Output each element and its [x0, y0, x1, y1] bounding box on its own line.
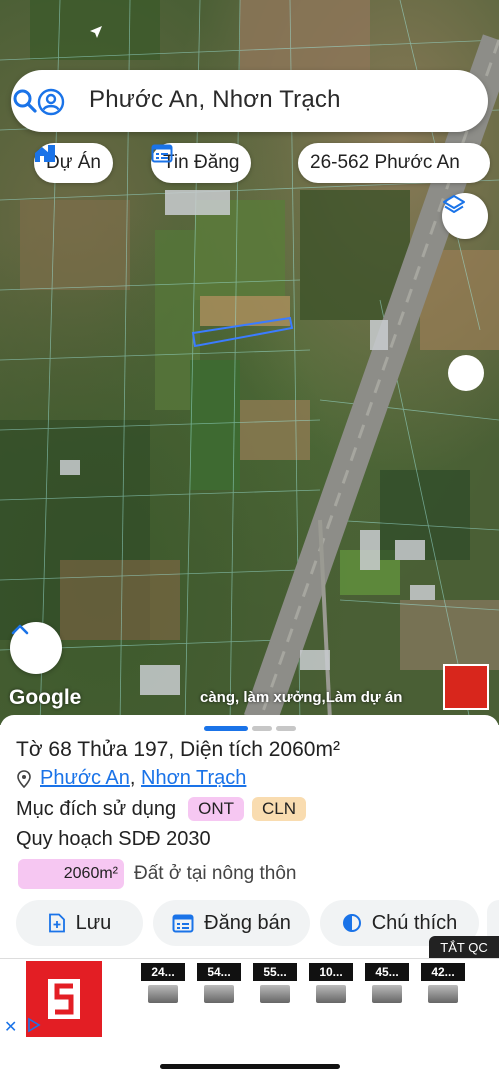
ad-price: 55... [253, 963, 297, 981]
floating-circle-button[interactable] [448, 355, 484, 391]
land-use-purpose: Mục đích sử dụng ONT CLN [16, 797, 307, 821]
product-image [372, 985, 402, 1003]
post-for-sale-label: Đăng bán [204, 911, 291, 934]
product-image [260, 985, 290, 1003]
pager-dot [276, 726, 296, 731]
google-attribution: Google [9, 686, 82, 709]
ad-product[interactable]: 45... [364, 963, 410, 1003]
sheet-pager [204, 726, 296, 731]
ad-banner[interactable]: ✕ 24... 54... 55... 10... 45... 42... [0, 958, 499, 1038]
ad-choices-icon[interactable] [26, 1017, 42, 1033]
ad-products: 24... 54... 55... 10... 45... 42... [140, 963, 466, 1003]
post-for-sale-button[interactable]: Đăng bán [153, 900, 310, 946]
navigation-arrow-icon [90, 26, 102, 38]
ad-product[interactable]: 54... [196, 963, 242, 1003]
user-account-icon[interactable] [37, 88, 65, 116]
layers-icon [443, 195, 465, 213]
save-button[interactable]: Lưu [16, 900, 143, 946]
home-building-icon [35, 145, 55, 162]
add-file-icon [48, 913, 65, 933]
ad-close-icon[interactable]: ✕ [4, 1017, 17, 1037]
parcel-title: Tờ 68 Thửa 197, Diện tích 2060m² [16, 738, 340, 761]
purpose-label: Mục đích sử dụng [16, 797, 177, 820]
legend-label: Chú thích [371, 911, 458, 934]
calendar-list-icon [172, 914, 194, 933]
location-separator: , [129, 767, 142, 789]
product-image [148, 985, 178, 1003]
chip-label: Tin Đăng [163, 152, 240, 173]
ad-product[interactable]: 24... [140, 963, 186, 1003]
billboard-image [443, 664, 489, 710]
parcel-info-sheet[interactable]: Tờ 68 Thửa 197, Diện tích 2060m² Phước A… [0, 715, 499, 960]
area-value: 2060m² [18, 859, 124, 889]
district-link[interactable]: Nhơn Trạch [141, 767, 246, 790]
ad-product[interactable]: 10... [308, 963, 354, 1003]
pager-dot-active [204, 726, 248, 731]
save-label: Lưu [75, 911, 112, 934]
home-indicator[interactable] [160, 1064, 340, 1069]
chevron-up-icon [11, 624, 29, 635]
ad-price: 54... [197, 963, 241, 981]
map-overlay-text: càng, làm xưởng,Làm dự án [200, 689, 403, 706]
pager-dot [252, 726, 272, 731]
calendar-list-icon [151, 144, 173, 163]
ad-price: 42... [421, 963, 465, 981]
area-breakdown: 2060m² Đất ở tại nông thôn [18, 859, 296, 889]
chip-tin-dang[interactable]: Tin Đăng [151, 143, 252, 183]
land-use-tag-ont: ONT [188, 797, 245, 821]
chip-du-an[interactable]: Dự Án [34, 143, 113, 183]
parcel-location: Phước An , Nhơn Trạch [16, 767, 246, 790]
land-use-tag-cln: CLN [252, 797, 307, 821]
map-layers-button[interactable] [442, 193, 488, 239]
ad-product[interactable]: 55... [252, 963, 298, 1003]
expand-up-button[interactable] [10, 622, 62, 674]
planning-label: Quy hoạch SDĐ 2030 [16, 828, 211, 850]
location-pin-icon [17, 769, 31, 788]
area-description: Đất ở tại nông thôn [134, 863, 297, 884]
chip-parcel-id[interactable]: 26-562 Phước An [298, 143, 490, 183]
chip-label: 26-562 Phước An [310, 152, 460, 173]
ward-link[interactable]: Phước An [40, 767, 130, 790]
close-ad-button[interactable]: TẮT QC [429, 936, 499, 958]
product-image [316, 985, 346, 1003]
ad-price: 24... [141, 963, 185, 981]
ad-product[interactable]: 42... [420, 963, 466, 1003]
brand-s-icon [48, 979, 80, 1019]
ad-price: 10... [309, 963, 353, 981]
search-query[interactable]: Phước An, Nhơn Trạch [89, 86, 341, 114]
product-image [428, 985, 458, 1003]
product-image [204, 985, 234, 1003]
search-bar[interactable]: Phước An, Nhơn Trạch [11, 70, 488, 132]
satellite-map[interactable]: Phước An, Nhơn Trạch Dự Án Tin Đăng 26-5… [0, 0, 499, 725]
ad-price: 45... [365, 963, 409, 981]
half-circle-icon [342, 914, 361, 932]
search-icon[interactable] [11, 87, 39, 115]
